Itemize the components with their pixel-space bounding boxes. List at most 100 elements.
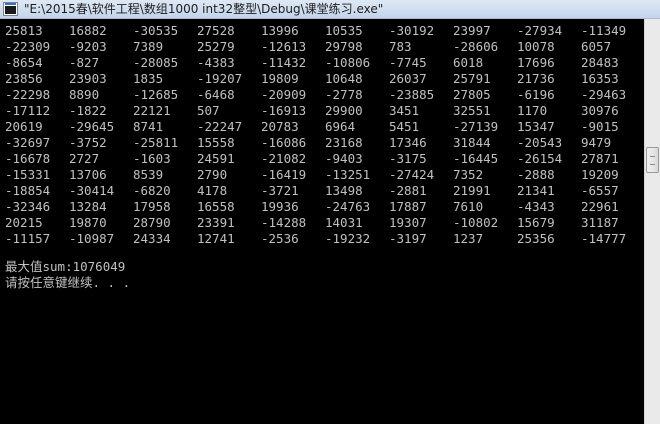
number-cell: -1603 [133,151,171,166]
number-cell: 19809 [261,71,299,86]
number-cell: 30976 [581,103,619,118]
number-cell: 15347 [517,119,555,134]
number-cell: -19207 [197,71,243,86]
console-output-area[interactable]: 25813 16882 -30535 27528 13996 10535 -30192 239… [0,19,644,424]
number-cell: -32346 [5,199,51,214]
number-cell: 26037 [389,71,427,86]
number-cell: 24591 [197,151,235,166]
number-cell: 24334 [133,231,171,246]
number-cell: 32551 [453,103,491,118]
output-row: -32346 13284 17958 16558 19936 -24763 17887 761… [5,199,644,215]
number-cell: -26154 [517,151,563,166]
output-row: -16678 2727 -1603 24591 -21082 -9403 -3175 -164… [5,151,644,167]
number-cell: 27805 [453,87,491,102]
number-cell: -1822 [69,103,107,118]
number-cell: 16353 [581,71,619,86]
number-cell: -16419 [261,167,307,182]
number-cell: 13284 [69,199,107,214]
number-cell: -14777 [581,231,627,246]
vertical-scrollbar[interactable] [644,19,660,424]
number-cell: -10802 [453,215,499,230]
number-cell: 7389 [133,39,164,54]
number-cell: -2778 [325,87,363,102]
number-cell: 21736 [517,71,555,86]
number-cell: 28790 [133,215,171,230]
number-cell: -27424 [389,167,435,182]
number-cell: -30535 [133,23,179,38]
number-cell: -29645 [69,119,115,134]
number-cell: 20783 [261,119,299,134]
output-row: 20215 19870 28790 23391 -14288 14031 19307 -108… [5,215,644,231]
console-app-icon[interactable] [3,2,18,16]
console-window: "E:\2015春\软件工程\数组1000 int32整型\Debug\课堂练习… [0,0,660,424]
number-cell: 27871 [581,151,619,166]
number-cell: -4383 [197,55,235,70]
number-cell: -16678 [5,151,51,166]
number-cell: 2790 [197,167,228,182]
number-cell: -9403 [325,151,363,166]
number-cell: 31187 [581,215,619,230]
number-cell: -22298 [5,87,51,102]
number-cell: -9203 [69,39,107,54]
number-cell: 19307 [389,215,427,230]
output-row: 25813 16882 -30535 27528 13996 10535 -30192 239… [5,23,644,39]
number-cell: 507 [197,103,220,118]
number-cell: 17958 [133,199,171,214]
number-cell: -10806 [325,55,371,70]
number-cell: -22247 [197,119,243,134]
number-cell: 23903 [69,71,107,86]
number-cell: 1835 [133,71,164,86]
number-cell: -9015 [581,119,619,134]
number-cell: -2536 [261,231,299,246]
number-cell: 8741 [133,119,164,134]
number-cell: -16445 [453,151,499,166]
number-cell: -16086 [261,135,307,150]
number-cell: -10987 [69,231,115,246]
number-cell: 16558 [197,199,235,214]
number-cell: -3175 [389,151,427,166]
number-cell: -7745 [389,55,427,70]
number-cell: -8654 [5,55,43,70]
number-cell: -21082 [261,151,307,166]
number-cell: 25356 [517,231,555,246]
number-cell: -17112 [5,103,51,118]
number-cell: 10078 [517,39,555,54]
number-cell: 783 [389,39,412,54]
number-cell: 17887 [389,199,427,214]
number-cell: -6196 [517,87,555,102]
number-cell: 3451 [389,103,420,118]
number-cell: 16882 [69,23,107,38]
number-cell: -22309 [5,39,51,54]
number-cell: -11432 [261,55,307,70]
number-cell: -30414 [69,183,115,198]
number-cell: 7352 [453,167,484,182]
number-cell: 25791 [453,71,491,86]
output-row: 23856 23903 1835 -19207 19809 10648 26037 25791… [5,71,644,87]
number-cell: 23997 [453,23,491,38]
number-cell: 21341 [517,183,555,198]
scrollbar-thumb[interactable] [646,147,659,173]
number-cell: -30192 [389,23,435,38]
output-row: -11157 -10987 24334 12741 -2536 -19232 -3197 12… [5,231,644,247]
output-row: -17112 -1822 22121 507 -16913 29900 3451 32551 1… [5,103,644,119]
number-cell: 20619 [5,119,43,134]
number-cell: 14031 [325,215,363,230]
number-cell: -12613 [261,39,307,54]
number-cell: -32697 [5,135,51,150]
number-cell: 6057 [581,39,612,54]
number-cell: -24763 [325,199,371,214]
number-cell: 10535 [325,23,363,38]
number-cell: 19936 [261,199,299,214]
number-cell: -6468 [197,87,235,102]
number-cell: 29798 [325,39,363,54]
number-cell: 15558 [197,135,235,150]
output-row: -22309 -9203 7389 25279 -12613 29798 783 -28606… [5,39,644,55]
number-cell: -19232 [325,231,371,246]
number-cell: 23168 [325,135,363,150]
number-cell: 6964 [325,119,356,134]
title-bar[interactable]: "E:\2015春\软件工程\数组1000 int32整型\Debug\课堂练习… [0,0,660,19]
number-cell: -11349 [581,23,627,38]
number-cell: -20909 [261,87,307,102]
number-cell: 9479 [581,135,612,150]
number-cell: 21991 [453,183,491,198]
